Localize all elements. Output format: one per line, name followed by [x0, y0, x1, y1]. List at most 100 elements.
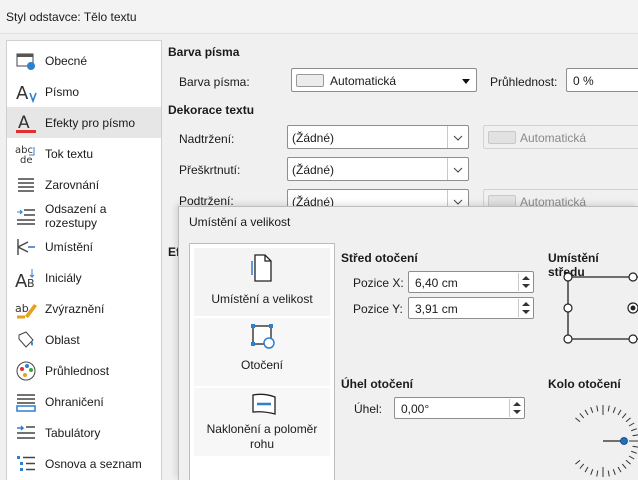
dialog-item-label: Umístění a velikost	[211, 292, 313, 306]
general-settings-icon	[16, 53, 35, 70]
wheel-tick	[596, 470, 599, 477]
sidebar-item-label: Zvýraznění	[45, 301, 105, 316]
sidebar-item-alignment[interactable]: Zarovnání	[7, 169, 161, 200]
combo-divider	[447, 126, 448, 148]
wheel-tick	[625, 459, 631, 465]
sidebar-item-outline-list[interactable]: Osnova a seznam	[7, 448, 161, 479]
wheel-tick	[607, 470, 610, 477]
sidebar-item-label: Tabulátory	[45, 425, 101, 440]
transparency-label: Průhlednost:	[490, 75, 558, 89]
sidebar-item-tabs[interactable]: Tabulátory	[7, 417, 161, 448]
sidebar-item-label: Osnova a seznam	[45, 456, 142, 471]
pivot-position-selector[interactable]	[558, 269, 638, 345]
wheel-tick	[579, 413, 585, 419]
position-x-label: Pozice X:	[353, 276, 404, 290]
angle-section-title: Úhel otočení	[341, 377, 414, 391]
position-x-stepper[interactable]: 6,40 cm	[408, 271, 534, 293]
sidebar-item-borders[interactable]: Ohraničení	[7, 386, 161, 417]
position-size-dialog: Umístění a velikost Umístění a velikost …	[178, 206, 638, 480]
position-y-stepper[interactable]: 3,91 cm	[408, 297, 534, 319]
sidebar-item-font[interactable]: A Písmo	[7, 76, 161, 107]
tabs-icon	[17, 425, 35, 439]
dialog-item-rotation[interactable]: Otočení	[194, 318, 330, 386]
strikethrough-label: Přeškrtnutí:	[179, 163, 241, 177]
highlight-icon: ab	[15, 302, 37, 319]
spin-arrows[interactable]	[509, 399, 523, 417]
strikethrough-dropdown[interactable]: (Žádné)	[287, 157, 469, 181]
font-icon: A	[16, 83, 37, 103]
area-fill-icon	[18, 331, 34, 348]
wheel-tick	[579, 463, 585, 469]
dialog-item-slant[interactable]: Naklonění a poloměr rohu	[194, 388, 330, 456]
sidebar-item-drop-caps[interactable]: AB Iniciály	[7, 262, 161, 293]
sidebar-item-label: Tok textu	[45, 146, 94, 161]
overline-color-value: Automatická	[520, 131, 587, 145]
chevron-down-icon	[453, 135, 463, 141]
sidebar-item-text-flow[interactable]: abc de Tok textu	[7, 138, 161, 169]
wheel-tick	[628, 455, 635, 460]
position-x-value: 6,40 cm	[415, 276, 458, 290]
slant-icon	[252, 393, 276, 415]
wheel-tick	[617, 409, 622, 416]
angle-label: Úhel:	[354, 402, 383, 416]
combo-divider	[447, 158, 448, 180]
sidebar-item-label: Obecné	[45, 53, 88, 68]
text-flow-icon: abcde	[15, 145, 35, 165]
wheel-tick	[584, 409, 589, 416]
indent-spacing-icon	[17, 209, 35, 225]
caret-down-icon	[462, 79, 470, 84]
position-y-value: 3,91 cm	[415, 302, 458, 316]
sidebar-item-area[interactable]: Oblast	[7, 324, 161, 355]
category-sidebar: Obecné A Písmo A Efekty pro písmo abc de …	[6, 40, 162, 480]
rotation-wheel-title: Kolo otočení	[548, 377, 621, 391]
dialog-title: Umístění a velikost	[189, 215, 291, 229]
overline-value: (Žádné)	[292, 131, 335, 145]
wheel-tick	[607, 405, 610, 412]
font-color-label: Barva písma:	[179, 75, 250, 89]
svg-text:de: de	[20, 155, 33, 165]
overline-dropdown[interactable]: (Žádné)	[287, 125, 469, 149]
transparency-value: 0 %	[573, 74, 594, 88]
spin-arrows[interactable]	[518, 299, 532, 317]
sidebar-item-position[interactable]: Umístění	[7, 231, 161, 262]
sidebar-item-font-effects[interactable]: A Efekty pro písmo	[7, 107, 161, 138]
dialog-item-position-size[interactable]: Umístění a velikost	[194, 248, 330, 316]
position-y-label: Pozice Y:	[353, 302, 403, 316]
wheel-tick	[631, 428, 637, 432]
sidebar-item-label: Zarovnání	[45, 177, 100, 192]
overline-color-dropdown[interactable]: Automatická	[483, 125, 638, 149]
sidebar-item-label: Písmo	[45, 84, 80, 99]
sidebar-item-label: Průhlednost	[45, 363, 110, 378]
rotation-wheel[interactable]	[558, 401, 638, 480]
position-icon	[17, 239, 35, 255]
sidebar-item-general[interactable]: Obecné	[7, 45, 161, 76]
svg-text:A: A	[16, 83, 29, 103]
overline-label: Nadtržení:	[179, 132, 235, 146]
angle-value: 0,00°	[401, 402, 430, 416]
wheel-tick	[625, 417, 631, 423]
sidebar-item-label: Ohraničení	[45, 394, 104, 409]
window-title: Styl odstavce: Tělo textu	[6, 10, 137, 24]
font-color-dropdown[interactable]: Automatická	[291, 68, 477, 92]
dialog-item-label: Otočení	[240, 358, 284, 372]
sidebar-item-label: Odsazení a rozestupy	[45, 201, 107, 230]
dialog-page-list: Umístění a velikost Otočení Naklonění a …	[189, 243, 335, 480]
alignment-icon	[18, 178, 34, 192]
sidebar-item-label: Efekty pro písmo	[45, 115, 136, 130]
wheel-tick	[590, 407, 594, 413]
spin-arrows[interactable]	[518, 273, 532, 291]
sidebar-item-highlight[interactable]: ab Zvýraznění	[7, 293, 161, 324]
wheel-tick	[632, 434, 638, 437]
sidebar-item-indent-spacing[interactable]: Odsazení a rozestupy	[7, 200, 161, 231]
page-position-icon	[251, 254, 272, 282]
svg-text:B: B	[27, 277, 35, 289]
transparency-spinbox[interactable]: 0 %	[566, 68, 638, 92]
font-color-section-title: Barva písma	[168, 45, 240, 59]
sidebar-item-transparency[interactable]: Průhlednost	[7, 355, 161, 386]
dialog-item-label: Naklonění a poloměr rohu	[206, 422, 318, 451]
wheel-tick	[612, 407, 616, 413]
angle-stepper[interactable]: 0,00°	[394, 397, 525, 419]
borders-icon	[16, 394, 36, 412]
sidebar-item-label: Umístění	[45, 239, 94, 254]
wheel-tick	[631, 450, 637, 454]
